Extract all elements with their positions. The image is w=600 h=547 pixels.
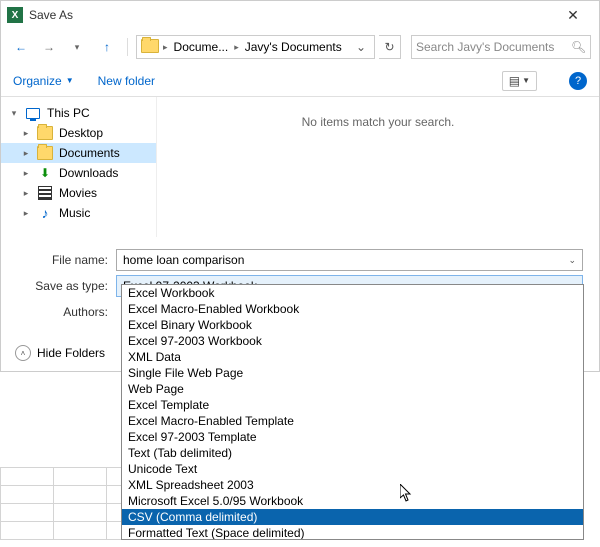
filetype-option[interactable]: CSV (Comma delimited) xyxy=(122,509,583,525)
filename-input[interactable]: home loan comparison ⌄ xyxy=(116,249,583,271)
filetype-option[interactable]: XML Spreadsheet 2003 xyxy=(122,477,583,493)
forward-button[interactable]: → xyxy=(37,35,61,59)
tree-label: Desktop xyxy=(59,126,103,140)
expand-icon[interactable]: ▸ xyxy=(21,208,31,219)
folder-icon xyxy=(37,126,53,140)
refresh-button[interactable]: ↻ xyxy=(379,35,401,59)
filetype-option[interactable]: XML Data xyxy=(122,349,583,365)
filetype-option[interactable]: Unicode Text xyxy=(122,461,583,477)
up-button[interactable]: ↑ xyxy=(95,35,119,59)
tree-movies[interactable]: ▸ Movies xyxy=(1,183,156,203)
address-bar[interactable]: ▸ Docume... ▸ Javy's Documents ⌄ xyxy=(136,35,375,59)
filetype-option[interactable]: Formatted Text (Space delimited) xyxy=(122,525,583,540)
filename-value: home loan comparison xyxy=(123,253,244,267)
tree-label: Downloads xyxy=(59,166,118,180)
expand-icon[interactable]: ▸ xyxy=(21,168,31,179)
tree-music[interactable]: ▸ ♪ Music xyxy=(1,203,156,223)
music-icon: ♪ xyxy=(37,206,53,220)
help-button[interactable]: ? xyxy=(569,72,587,90)
filetype-option[interactable]: Text (Tab delimited) xyxy=(122,445,583,461)
separator xyxy=(127,38,128,56)
titlebar: X Save As ✕ xyxy=(1,1,599,29)
window-title: Save As xyxy=(29,8,553,22)
folder-icon xyxy=(37,146,53,160)
chevron-icon[interactable]: ▸ xyxy=(232,42,241,53)
authors-label: Authors: xyxy=(1,305,116,319)
hide-folders-label: Hide Folders xyxy=(37,346,105,360)
expand-icon[interactable]: ▸ xyxy=(21,128,31,139)
expand-icon[interactable]: ▸ xyxy=(21,148,31,159)
download-icon: ⬇ xyxy=(37,166,53,180)
tree-downloads[interactable]: ▸ ⬇ Downloads xyxy=(1,163,156,183)
chevron-down-icon[interactable]: ⌄ xyxy=(568,255,576,266)
address-dropdown[interactable]: ⌄ xyxy=(352,36,370,58)
recent-dropdown[interactable]: ▾ xyxy=(65,35,89,59)
filetype-option[interactable]: Excel Template xyxy=(122,397,583,413)
tree-label: Movies xyxy=(59,186,97,200)
search-input[interactable] xyxy=(416,40,571,54)
savetype-dropdown-list[interactable]: Excel WorkbookExcel Macro-Enabled Workbo… xyxy=(121,284,584,540)
view-options-button[interactable]: ▤ ▼ xyxy=(502,71,537,91)
nav-toolbar: ← → ▾ ↑ ▸ Docume... ▸ Javy's Documents ⌄… xyxy=(1,29,599,65)
folder-icon xyxy=(141,39,159,56)
tree-label: Documents xyxy=(59,146,120,160)
filetype-option[interactable]: Excel Macro-Enabled Workbook xyxy=(122,301,583,317)
breadcrumb-segment[interactable]: Javy's Documents xyxy=(243,40,344,54)
tree-documents[interactable]: ▸ Documents xyxy=(1,143,156,163)
filetype-option[interactable]: Excel 97-2003 Workbook xyxy=(122,333,583,349)
close-button[interactable]: ✕ xyxy=(553,7,593,24)
chevron-icon[interactable]: ▸ xyxy=(161,42,170,53)
chevron-down-icon: ▼ xyxy=(66,76,74,85)
collapse-icon[interactable]: ▾ xyxy=(9,108,19,119)
filename-label: File name: xyxy=(1,253,116,267)
collapse-icon: ˄ xyxy=(15,345,31,361)
pc-icon xyxy=(25,106,41,120)
filetype-option[interactable]: Single File Web Page xyxy=(122,365,583,381)
tree-desktop[interactable]: ▸ Desktop xyxy=(1,123,156,143)
tree-label: Music xyxy=(59,206,90,220)
new-folder-button[interactable]: New folder xyxy=(98,74,155,88)
excel-icon: X xyxy=(7,7,23,23)
dialog-body: ▾ This PC ▸ Desktop ▸ Documents ▸ ⬇ Down… xyxy=(1,97,599,237)
search-icon[interactable]: 🔍︎ xyxy=(571,40,586,54)
search-box[interactable]: 🔍︎ xyxy=(411,35,591,59)
nav-tree: ▾ This PC ▸ Desktop ▸ Documents ▸ ⬇ Down… xyxy=(1,97,156,237)
command-bar: Organize▼ New folder ▤ ▼ ? xyxy=(1,65,599,97)
filetype-option[interactable]: Excel Macro-Enabled Template xyxy=(122,413,583,429)
filetype-option[interactable]: Excel Binary Workbook xyxy=(122,317,583,333)
organize-menu[interactable]: Organize▼ xyxy=(13,74,74,88)
back-button[interactable]: ← xyxy=(9,35,33,59)
filetype-option[interactable]: Excel Workbook xyxy=(122,285,583,301)
empty-message: No items match your search. xyxy=(302,115,455,129)
expand-icon[interactable]: ▸ xyxy=(21,188,31,199)
filetype-option[interactable]: Web Page xyxy=(122,381,583,397)
breadcrumb-segment[interactable]: Docume... xyxy=(172,40,231,54)
savetype-label: Save as type: xyxy=(1,279,116,293)
tree-label: This PC xyxy=(47,106,90,120)
tree-this-pc[interactable]: ▾ This PC xyxy=(1,103,156,123)
filetype-option[interactable]: Microsoft Excel 5.0/95 Workbook xyxy=(122,493,583,509)
filetype-option[interactable]: Excel 97-2003 Template xyxy=(122,429,583,445)
file-list-area: No items match your search. xyxy=(156,97,599,237)
film-icon xyxy=(37,186,53,200)
